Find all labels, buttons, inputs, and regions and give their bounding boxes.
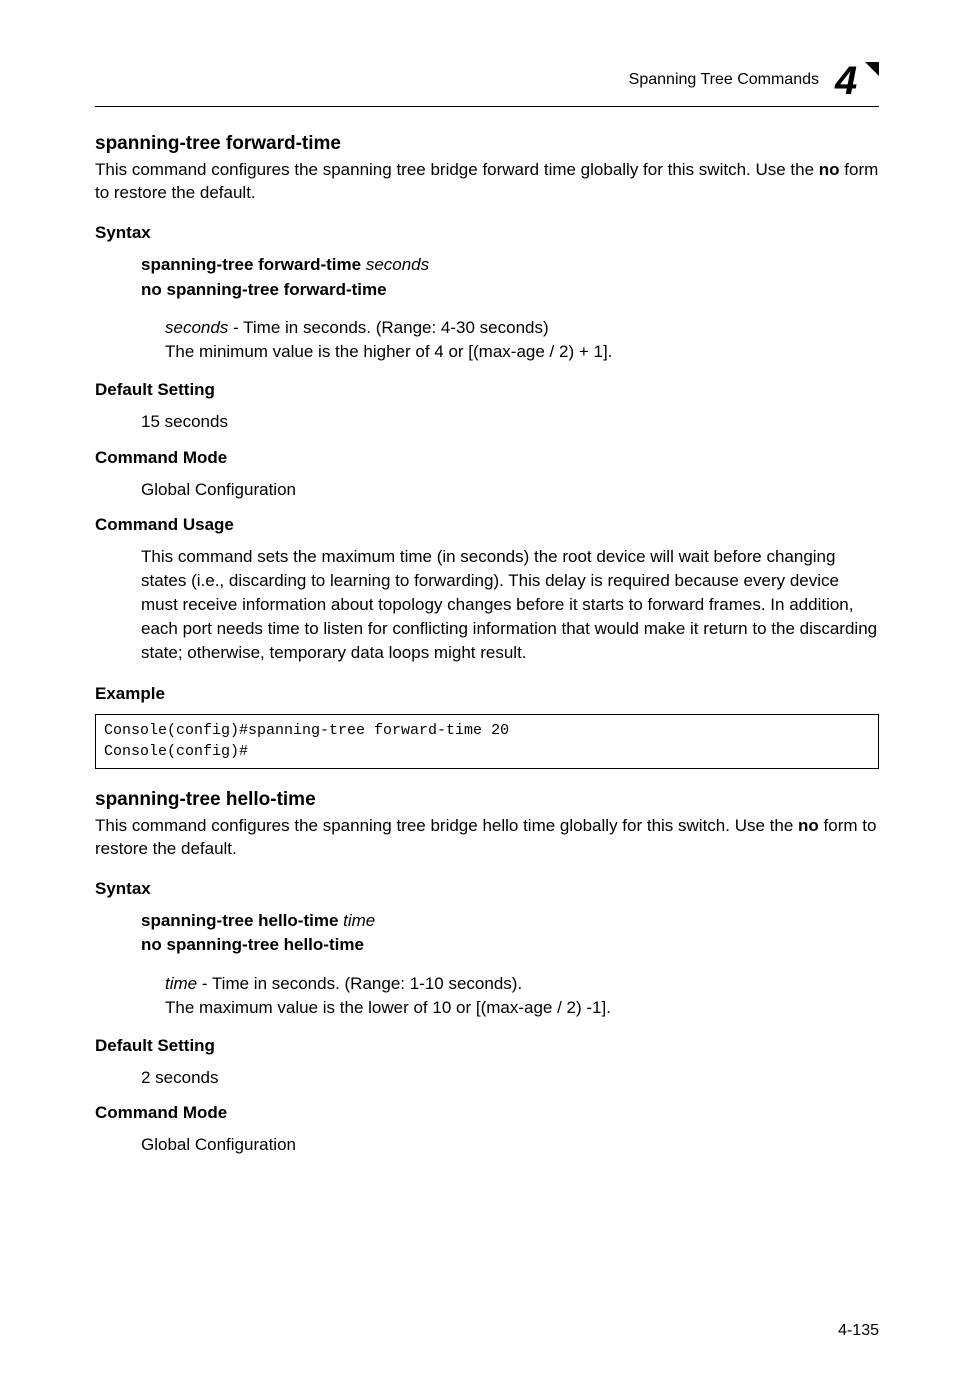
cmd1-mode-value: Global Configuration <box>141 478 879 502</box>
cmd1-usage-heading: Command Usage <box>95 515 879 535</box>
cmd1-title: spanning-tree forward-time <box>95 133 879 155</box>
cmd1-param-block: seconds - Time in seconds. (Range: 4-30 … <box>165 316 879 364</box>
cmd1-default-value: 15 seconds <box>141 410 879 434</box>
cmd2-syntax-no: no spanning-tree hello-time <box>141 933 879 958</box>
cmd1-syntax-ital: seconds <box>361 255 429 274</box>
cmd2-param-ital: time <box>165 974 197 993</box>
cmd1-param-ital: seconds <box>165 318 228 337</box>
cmd1-mode-heading: Command Mode <box>95 448 879 468</box>
cmd1-lead-pre: This command configures the spanning tre… <box>95 160 819 179</box>
cmd1-param-desc1: - Time in seconds. (Range: 4-30 seconds) <box>228 318 548 337</box>
chapter-number-icon: 4 <box>831 60 879 100</box>
cmd1-syntax-cmd: spanning-tree forward-time <box>141 255 361 274</box>
cmd1-syntax-block: spanning-tree forward-time seconds no sp… <box>141 253 879 302</box>
page-number: 4-135 <box>838 1322 879 1340</box>
cmd1-default-heading: Default Setting <box>95 380 879 400</box>
cmd2-lead: This command configures the spanning tre… <box>95 815 879 861</box>
cmd2-default-value: 2 seconds <box>141 1066 879 1090</box>
cmd1-example-code: Console(config)#spanning-tree forward-ti… <box>95 714 879 769</box>
header-section-title: Spanning Tree Commands <box>629 71 819 89</box>
cmd2-mode-value: Global Configuration <box>141 1133 879 1157</box>
cmd1-param-desc2: The minimum value is the higher of 4 or … <box>165 340 879 364</box>
chapter-badge: 4 <box>831 60 879 100</box>
cmd2-syntax-ital: time <box>338 911 375 930</box>
cmd2-lead-bold: no <box>798 816 819 835</box>
cmd1-usage-text: This command sets the maximum time (in s… <box>141 545 879 664</box>
cmd1-lead-bold: no <box>819 160 840 179</box>
cmd2-syntax-cmd: spanning-tree hello-time <box>141 911 338 930</box>
cmd2-title: spanning-tree hello-time <box>95 789 879 811</box>
cmd2-default-heading: Default Setting <box>95 1036 879 1056</box>
cmd2-param-block: time - Time in seconds. (Range: 1-10 sec… <box>165 972 879 1020</box>
cmd2-param-desc1: - Time in seconds. (Range: 1-10 seconds)… <box>197 974 522 993</box>
page-header: Spanning Tree Commands 4 <box>95 60 879 100</box>
chapter-number-text: 4 <box>834 60 857 100</box>
cmd1-lead: This command configures the spanning tre… <box>95 159 879 205</box>
cmd2-syntax-heading: Syntax <box>95 879 879 899</box>
cmd1-syntax-no: no spanning-tree forward-time <box>141 278 879 303</box>
cmd2-lead-pre: This command configures the spanning tre… <box>95 816 798 835</box>
cmd1-example-heading: Example <box>95 684 879 704</box>
cmd1-syntax-heading: Syntax <box>95 223 879 243</box>
cmd2-param-desc2: The maximum value is the lower of 10 or … <box>165 996 879 1020</box>
cmd2-mode-heading: Command Mode <box>95 1103 879 1123</box>
header-rule <box>95 106 879 107</box>
cmd2-syntax-block: spanning-tree hello-time time no spannin… <box>141 909 879 958</box>
